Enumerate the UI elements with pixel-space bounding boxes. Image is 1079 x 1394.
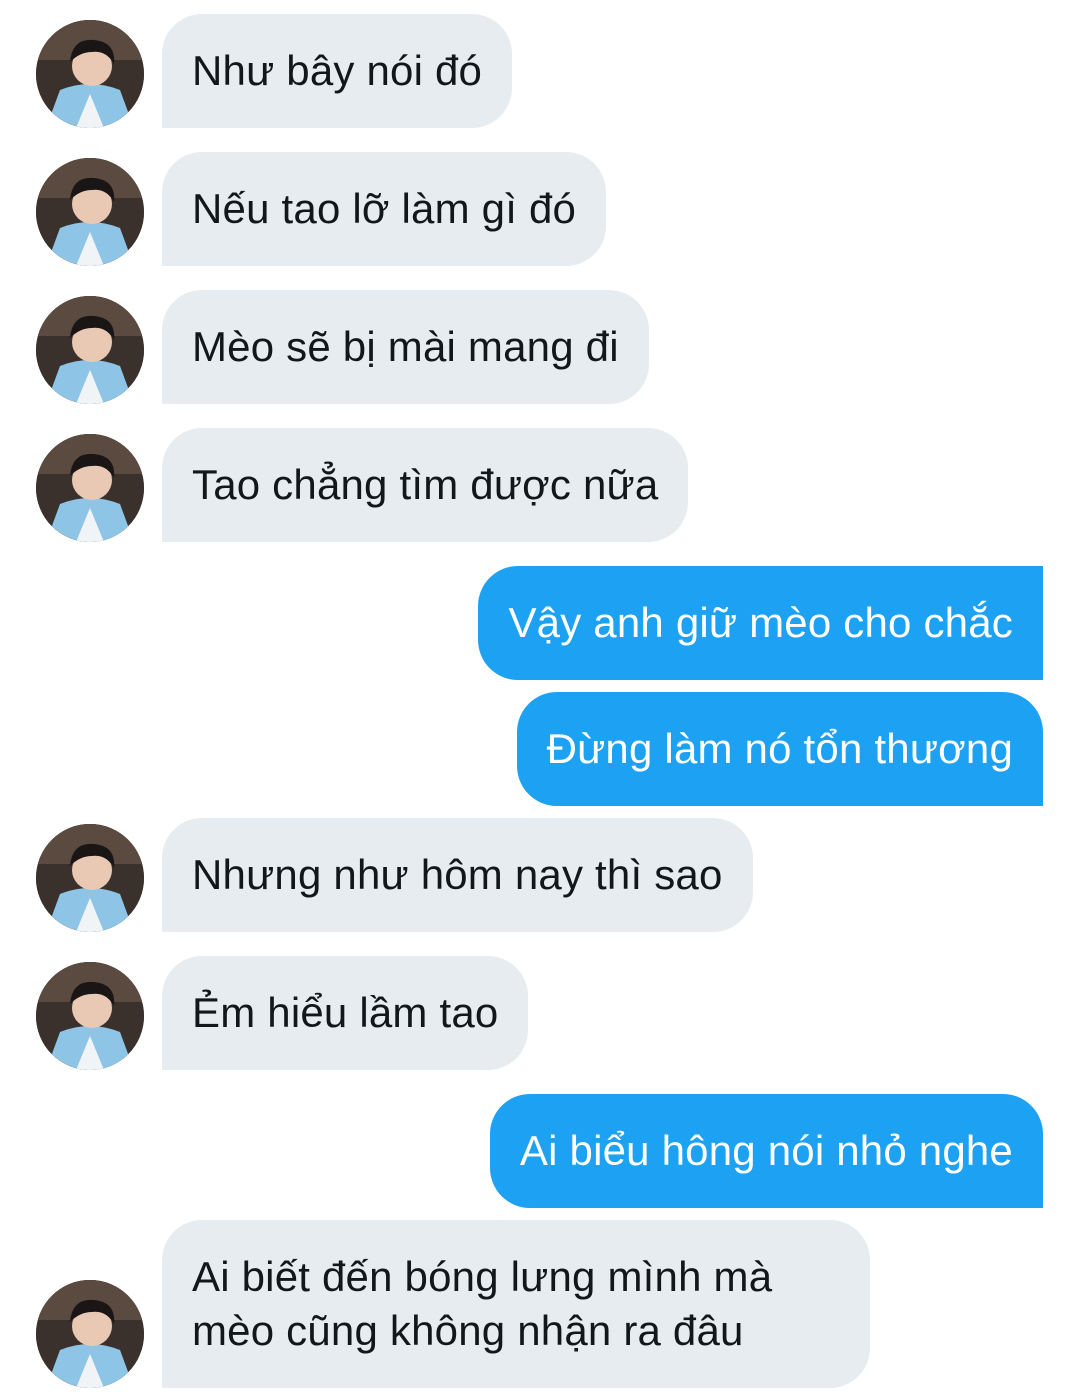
outgoing-message-bubble[interactable]: Vậy anh giữ mèo cho chắc [478, 566, 1043, 680]
avatar-photo-icon [36, 434, 144, 542]
avatar-photo-icon [36, 20, 144, 128]
outgoing-message-bubble[interactable]: Ai biểu hông nói nhỏ nghe [489, 1094, 1043, 1208]
outgoing-message-bubble[interactable]: Đừng làm nó tổn thương [516, 692, 1043, 806]
message-text: Đừng làm nó tổn thương [546, 725, 1013, 772]
incoming-message-bubble[interactable]: Nếu tao lỡ làm gì đó [162, 152, 607, 266]
sender-avatar[interactable] [36, 1280, 144, 1388]
message-text: Nếu tao lỡ làm gì đó [192, 185, 577, 232]
message-text-line: mèo cũng không nhận ra đâu [192, 1307, 744, 1354]
message-text: Nhưng như hôm nay thì sao [192, 851, 723, 898]
message-text: Vậy anh giữ mèo cho chắc [508, 599, 1013, 646]
incoming-message-bubble[interactable]: Ẻm hiểu lầm tao [162, 956, 529, 1070]
sender-avatar[interactable] [36, 296, 144, 404]
avatar-photo-icon [36, 1280, 144, 1388]
incoming-message-bubble[interactable]: Ai biết đến bóng lưng mình mà mèo cũng k… [162, 1220, 870, 1388]
sender-avatar[interactable] [36, 434, 144, 542]
incoming-message-bubble[interactable]: Như bây nói đó [162, 14, 513, 128]
avatar-photo-icon [36, 962, 144, 1070]
sender-avatar[interactable] [36, 158, 144, 266]
avatar-photo-icon [36, 158, 144, 266]
avatar-photo-icon [36, 296, 144, 404]
avatar-photo-icon [36, 824, 144, 932]
message-text: Như bây nói đó [192, 47, 483, 94]
message-text: Tao chẳng tìm được nữa [192, 461, 659, 508]
message-thread: Như bây nói đó Nếu tao lỡ làm gì đó Mèo … [0, 0, 1079, 1394]
incoming-message-bubble[interactable]: Tao chẳng tìm được nữa [162, 428, 689, 542]
incoming-message-bubble[interactable]: Nhưng như hôm nay thì sao [162, 818, 753, 932]
sender-avatar[interactable] [36, 20, 144, 128]
message-text: Ẻm hiểu lầm tao [192, 989, 499, 1036]
incoming-message-bubble[interactable]: Mèo sẽ bị mài mang đi [162, 290, 649, 404]
sender-avatar[interactable] [36, 824, 144, 932]
message-text-line: Ai biết đến bóng lưng mình mà [192, 1253, 773, 1300]
message-text: Mèo sẽ bị mài mang đi [192, 323, 619, 370]
message-text: Ai biểu hông nói nhỏ nghe [519, 1127, 1013, 1174]
sender-avatar[interactable] [36, 962, 144, 1070]
